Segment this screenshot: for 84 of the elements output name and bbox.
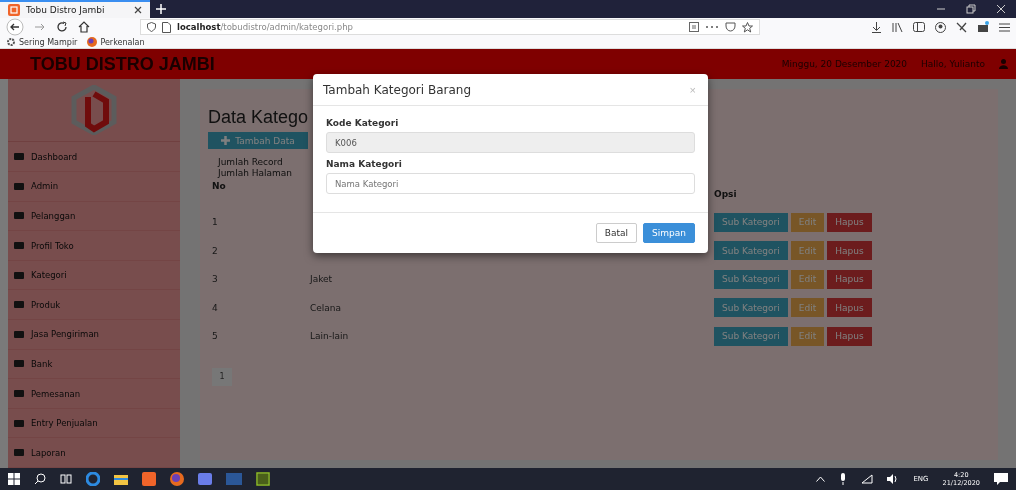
record-label: Jumlah Record: [218, 157, 283, 169]
page-button[interactable]: 1: [212, 367, 232, 386]
network-icon[interactable]: [861, 474, 874, 484]
delete-button[interactable]: Hapus: [827, 212, 872, 232]
microphone-icon[interactable]: [839, 473, 848, 485]
more-icon[interactable]: [705, 25, 719, 29]
cancel-button[interactable]: Batal: [595, 223, 638, 244]
modal-title: Tambah Kategori Barang: [323, 82, 471, 97]
home-icon[interactable]: [78, 21, 90, 33]
delete-button[interactable]: Hapus: [827, 241, 872, 261]
account-icon[interactable]: [935, 21, 946, 33]
back-icon[interactable]: [6, 18, 24, 36]
edit-button[interactable]: Edit: [790, 298, 825, 318]
table-cell: 5: [212, 331, 218, 342]
menu-item-icon: [14, 181, 24, 191]
add-data-button[interactable]: Tambah Data: [208, 132, 308, 150]
menu-item-icon: [14, 418, 24, 428]
edit-button[interactable]: Edit: [790, 326, 825, 346]
page-title: Data Katego: [208, 107, 309, 129]
edit-button[interactable]: Edit: [790, 212, 825, 232]
menu-item-icon: [14, 270, 24, 280]
delete-button[interactable]: Hapus: [827, 326, 872, 346]
menu-item-icon: [14, 359, 24, 369]
library-icon[interactable]: [892, 21, 903, 33]
table-cell: Lain-lain: [310, 331, 349, 342]
edit-button[interactable]: Edit: [790, 241, 825, 261]
close-button[interactable]: ×: [687, 83, 698, 96]
brand-title: TOBU DISTRO JAMBI: [30, 53, 215, 75]
page-icon: [162, 21, 171, 33]
menu-item-icon: [14, 211, 24, 221]
address-bar[interactable]: localhost/tobudistro/admin/kategori.php: [140, 19, 760, 35]
menu-item-icon: [14, 389, 24, 398]
reader-view-icon[interactable]: [689, 22, 699, 32]
menu-icon[interactable]: [999, 22, 1010, 32]
logo-icon: [71, 85, 117, 136]
input-field[interactable]: Nama Kategori: [326, 173, 695, 195]
greeting-text: Hallo, Yulianto: [921, 59, 985, 70]
new-tab-icon[interactable]: [156, 4, 166, 14]
save-button[interactable]: Simpan: [643, 223, 695, 244]
bookmark-link[interactable]: Sering Mampir: [6, 37, 78, 48]
record-label: Jumlah Halaman: [218, 168, 292, 180]
menu-item-icon: [14, 152, 24, 162]
field-label: Nama Kategori: [326, 159, 402, 170]
forward-icon[interactable]: [34, 21, 46, 33]
delete-button[interactable]: Hapus: [827, 269, 872, 289]
table-cell: 4: [212, 302, 218, 313]
date-text: Minggu, 20 Desember 2020: [781, 59, 908, 70]
sub-category-button[interactable]: Sub Kategori: [714, 269, 788, 289]
column-header: No: [212, 180, 226, 192]
delete-button[interactable]: Hapus: [827, 298, 872, 318]
task-view-icon[interactable]: [60, 473, 72, 485]
restore-icon[interactable]: [966, 4, 976, 14]
bookmark-link[interactable]: Perkenalan: [87, 37, 145, 48]
table-cell: 1: [212, 217, 218, 228]
reload-icon[interactable]: [56, 21, 68, 33]
plus-icon: [221, 136, 231, 146]
table-cell: Celana: [310, 302, 342, 313]
windows-start-icon[interactable]: [8, 473, 20, 485]
menu-item-icon: [14, 329, 24, 339]
gear-icon: [6, 37, 16, 48]
sub-category-button[interactable]: Sub Kategori: [714, 326, 788, 346]
table-cell: 3: [212, 274, 218, 285]
table-cell: Jaket: [310, 274, 333, 285]
edit-button[interactable]: Edit: [790, 269, 825, 289]
speaker-icon[interactable]: [887, 474, 900, 484]
menu-item-icon: [14, 448, 24, 458]
site-favicon-icon: [8, 4, 20, 16]
menu-item-icon: [14, 241, 24, 251]
column-header: Opsi: [714, 188, 737, 199]
search-icon[interactable]: [34, 473, 46, 485]
sub-category-button[interactable]: Sub Kategori: [714, 212, 788, 232]
close-icon[interactable]: [134, 6, 142, 14]
notification-icon[interactable]: [994, 473, 1008, 485]
sidebar-icon[interactable]: [913, 22, 925, 32]
browser-tab[interactable]: Tobu Distro Jambi: [0, 0, 150, 18]
folder-icon[interactable]: [114, 473, 128, 485]
field-label: Kode Kategori: [326, 118, 399, 129]
star-icon[interactable]: [742, 21, 753, 33]
sub-category-button[interactable]: Sub Kategori: [714, 298, 788, 318]
download-icon[interactable]: [871, 21, 882, 33]
shield-icon: [147, 22, 156, 32]
menu-item-icon: [14, 300, 24, 310]
table-cell: 2: [212, 245, 218, 256]
sub-category-button[interactable]: Sub Kategori: [714, 241, 788, 261]
